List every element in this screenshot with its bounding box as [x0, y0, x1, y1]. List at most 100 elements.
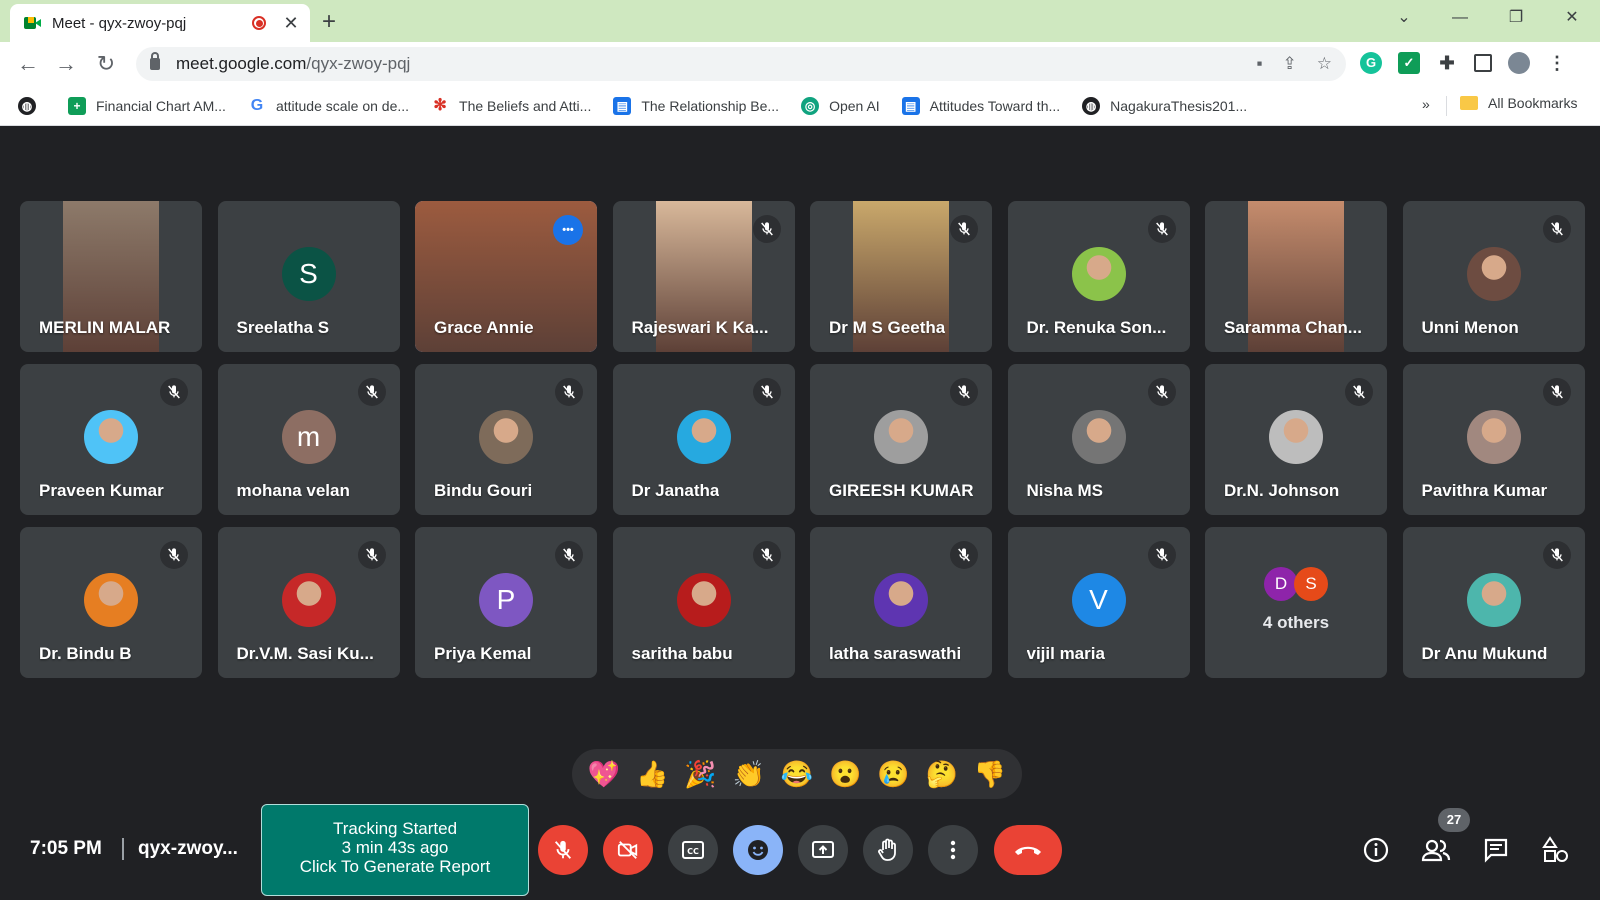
- meeting-code[interactable]: qyx-zwoy...: [138, 838, 238, 860]
- leave-call-button[interactable]: [994, 825, 1062, 875]
- reaction-emoji-button[interactable]: 😮: [829, 759, 861, 789]
- participant-tile[interactable]: Bindu Gouri: [415, 364, 597, 515]
- address-bar[interactable]: meet.google.com/qyx-zwoy-pqj ▪ ⇪ ☆: [136, 47, 1346, 81]
- mic-muted-icon: [1147, 541, 1176, 569]
- reaction-emoji-button[interactable]: 👎: [974, 759, 1006, 789]
- bookmark-item[interactable]: + Financial Chart AM...: [68, 96, 226, 115]
- participant-tile[interactable]: Pavithra Kumar: [1402, 364, 1585, 515]
- participant-tile[interactable]: P Priya Kemal: [415, 527, 597, 678]
- bookmark-item[interactable]: ◎ Open AI: [801, 96, 880, 115]
- present-screen-button[interactable]: [798, 825, 848, 875]
- profile-avatar[interactable]: [1508, 52, 1530, 74]
- reaction-emoji-button[interactable]: 👏: [733, 759, 765, 789]
- mic-muted-icon: [1147, 378, 1176, 406]
- bookmarks-overflow-button[interactable]: »: [1422, 96, 1430, 112]
- grammarly-icon[interactable]: G: [1360, 52, 1382, 74]
- reaction-emoji-button[interactable]: 🎉: [684, 759, 716, 789]
- meet-favicon-icon: [24, 15, 42, 31]
- participant-tile[interactable]: Unni Menon: [1402, 201, 1585, 352]
- browser-tab[interactable]: Meet - qyx-zwoy-pqj ✕: [10, 4, 310, 42]
- restore-icon[interactable]: ❐: [1488, 0, 1544, 36]
- reaction-emoji-button[interactable]: 👍: [636, 759, 668, 789]
- bookmark-item[interactable]: ◍ NagakuraThesis201...: [1082, 96, 1247, 115]
- reactions-button[interactable]: [733, 825, 783, 875]
- participant-tile[interactable]: GIREESH KUMAR: [810, 364, 992, 515]
- participant-tile[interactable]: Dr M S Geetha: [810, 201, 992, 352]
- new-tab-button[interactable]: +: [322, 8, 336, 36]
- mic-toggle-button[interactable]: [538, 825, 588, 875]
- participant-photo-avatar: [676, 410, 731, 464]
- lock-icon[interactable]: [150, 52, 160, 70]
- participant-tile[interactable]: DS 4 others: [1205, 527, 1387, 678]
- participant-photo-avatar: [1466, 573, 1521, 627]
- people-icon: [1421, 839, 1451, 862]
- participant-tile[interactable]: Dr.V.M. Sasi Ku...: [217, 527, 400, 678]
- participant-tile[interactable]: Grace Annie •••: [415, 201, 597, 352]
- url-text: meet.google.com/qyx-zwoy-pqj: [176, 54, 411, 73]
- chat-button[interactable]: [1478, 832, 1514, 868]
- attendance-tracker-button[interactable]: Tracking Started 3 min 43s ago Click To …: [261, 804, 529, 896]
- activities-button[interactable]: [1538, 832, 1574, 868]
- back-icon[interactable]: ←: [14, 50, 42, 78]
- extensions-puzzle-icon[interactable]: ✚: [1436, 52, 1458, 74]
- participant-tile[interactable]: Praveen Kumar: [20, 364, 202, 515]
- others-group: DS 4 others: [1205, 567, 1387, 633]
- close-window-icon[interactable]: ✕: [1544, 0, 1600, 36]
- participant-tile[interactable]: latha saraswathi: [810, 527, 992, 678]
- share-icon[interactable]: ⇪: [1283, 54, 1297, 74]
- participant-tile[interactable]: m mohana velan: [217, 364, 400, 515]
- participant-initial-avatar: m: [281, 410, 336, 464]
- side-panel-icon[interactable]: [1474, 54, 1492, 72]
- reaction-emoji-button[interactable]: 💖: [588, 759, 620, 789]
- participant-tile[interactable]: saritha babu: [612, 527, 795, 678]
- meeting-clock: 7:05 PM: [30, 838, 102, 859]
- tab-close-icon[interactable]: ✕: [282, 13, 300, 34]
- participant-name: saritha babu: [631, 644, 733, 663]
- camera-off-icon: [617, 841, 638, 859]
- captions-button[interactable]: CC: [668, 825, 718, 875]
- camera-toggle-button[interactable]: [603, 825, 653, 875]
- forward-icon[interactable]: →: [52, 50, 80, 78]
- mic-muted-icon: [357, 541, 386, 569]
- reload-icon[interactable]: ↻: [92, 50, 120, 78]
- participant-tile[interactable]: Nisha MS: [1007, 364, 1190, 515]
- all-bookmarks-button[interactable]: All Bookmarks: [1460, 95, 1577, 111]
- bookmark-star-icon[interactable]: ☆: [1317, 54, 1332, 74]
- participant-tile[interactable]: Dr Anu Mukund: [1402, 527, 1585, 678]
- more-options-button[interactable]: [928, 825, 978, 875]
- meeting-details-button[interactable]: [1358, 832, 1394, 868]
- menu-kebab-icon[interactable]: ⋮: [1546, 52, 1568, 74]
- participant-tile[interactable]: Dr. Renuka Son...: [1007, 201, 1190, 352]
- bookmark-item[interactable]: ✻ The Beliefs and Atti...: [431, 97, 591, 115]
- participant-photo-avatar: [1269, 410, 1323, 464]
- bookmark-globe-icon[interactable]: ◍: [18, 96, 46, 115]
- bookmark-item[interactable]: ▤ The Relationship Be...: [613, 96, 779, 115]
- bookmark-item[interactable]: ▤ Attitudes Toward th...: [901, 96, 1060, 115]
- reaction-emoji-button[interactable]: 😢: [877, 759, 909, 789]
- tab-search-icon[interactable]: ⌄: [1376, 0, 1432, 36]
- minimize-icon[interactable]: —: [1432, 0, 1488, 36]
- reactions-bar: 💖 👍 🎉 👏 😂 😮 😢 🤔 👎: [572, 749, 1022, 799]
- reaction-emoji-button[interactable]: 😂: [781, 759, 813, 789]
- raise-hand-button[interactable]: [863, 825, 913, 875]
- mic-off-icon: [554, 840, 572, 859]
- reaction-emoji-button[interactable]: 🤔: [925, 759, 957, 789]
- participant-tile[interactable]: Dr. Bindu B: [20, 527, 202, 678]
- people-button[interactable]: [1418, 832, 1454, 868]
- participant-tile[interactable]: Saramma Chan...: [1205, 201, 1387, 352]
- participant-tile[interactable]: Dr.N. Johnson: [1205, 364, 1387, 515]
- bookmarks-bar: ◍ + Financial Chart AM... Gattitude scale…: [0, 86, 1600, 126]
- participant-tile[interactable]: Vvijil maria: [1007, 527, 1190, 678]
- participant-tile[interactable]: MERLIN MALAR: [20, 201, 202, 352]
- omnibox-actions: ▪ ⇪ ☆: [1256, 54, 1332, 74]
- bookmark-item[interactable]: Gattitude scale on de...: [248, 97, 409, 115]
- checkmark-extension-icon[interactable]: ✓: [1398, 52, 1420, 74]
- participant-tile[interactable]: S Sreelatha S: [217, 201, 400, 352]
- participant-tile[interactable]: Dr Janatha: [612, 364, 795, 515]
- participant-name: vijil maria: [1026, 644, 1105, 663]
- participant-name: Dr M S Geetha: [829, 318, 946, 337]
- camera-status-icon[interactable]: ▪: [1256, 54, 1262, 74]
- participant-tile[interactable]: Rajeswari K Ka...: [612, 201, 795, 352]
- info-icon: [1363, 837, 1389, 863]
- tile-options-icon[interactable]: •••: [553, 215, 583, 245]
